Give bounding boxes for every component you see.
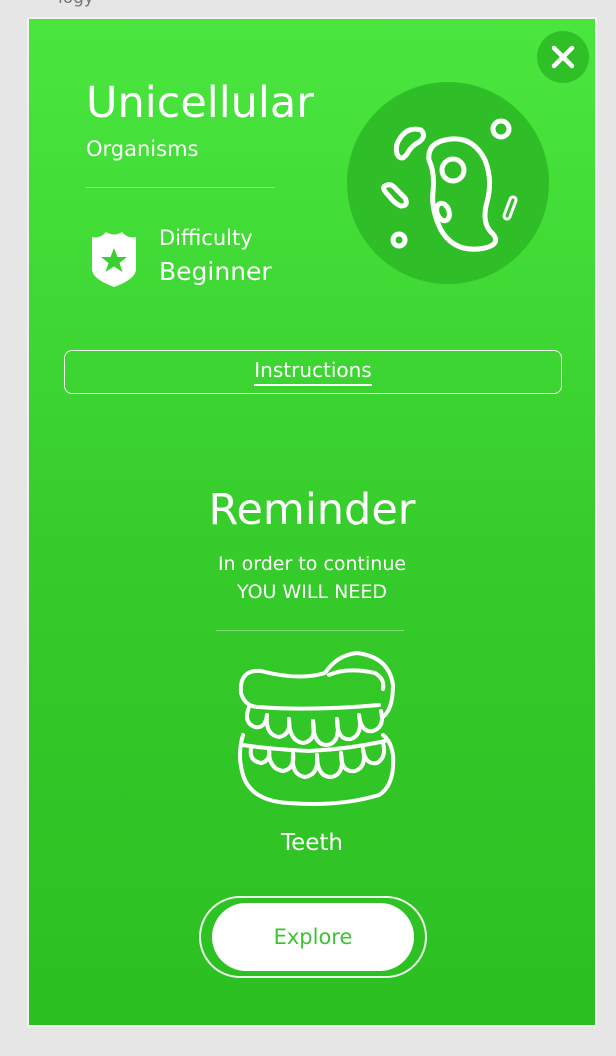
shield-star-icon <box>92 232 136 287</box>
explore-button-ring: Explore <box>199 896 427 978</box>
partial-header-text: logy <box>58 0 94 8</box>
divider <box>86 187 275 188</box>
close-button[interactable] <box>537 31 589 83</box>
explore-button[interactable]: Explore <box>212 903 414 971</box>
page-title: Unicellular <box>86 78 314 128</box>
divider <box>216 630 404 631</box>
microorganism-icon <box>381 118 518 252</box>
required-item-label: Teeth <box>280 830 344 856</box>
instructions-label: Instructions <box>254 358 372 386</box>
close-icon <box>551 45 575 69</box>
reminder-line-2: YOU WILL NEED <box>237 581 387 603</box>
difficulty-label: Difficulty <box>159 226 253 250</box>
lesson-card: Unicellular Organisms Difficulty Beginne… <box>27 17 597 1027</box>
organism-badge <box>347 82 549 284</box>
reminder-title: Reminder <box>208 485 416 535</box>
instructions-button[interactable]: Instructions <box>64 350 562 394</box>
teeth-icon <box>238 651 396 806</box>
difficulty-value: Beginner <box>159 257 272 286</box>
reminder-line-1: In order to continue <box>217 553 407 575</box>
page-subtitle: Organisms <box>86 137 199 161</box>
